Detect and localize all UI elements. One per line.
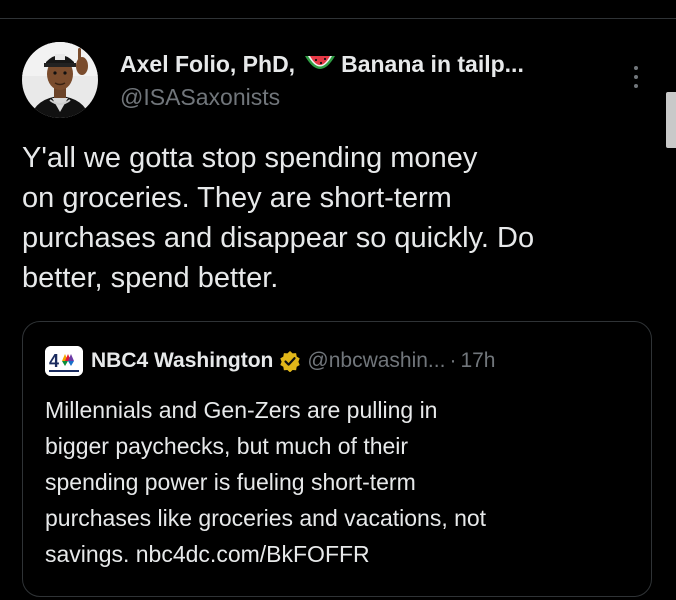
top-divider — [0, 18, 676, 19]
author-name[interactable]: Axel Folio, PhD, — [120, 51, 295, 78]
tweet-text: Y'all we gotta stop spending money on gr… — [22, 142, 535, 294]
separator-dot: · — [449, 349, 457, 372]
more-options-button[interactable] — [624, 62, 648, 92]
scrollbar-thumb[interactable] — [666, 92, 676, 148]
more-dot-icon — [634, 75, 638, 79]
nbc4-logo-icon[interactable]: 4 — [45, 346, 83, 376]
quoted-author-name[interactable]: NBC4 Washington — [91, 349, 273, 373]
tweet-header: Axel Folio, PhD, Banana in tailp... @ISA… — [120, 48, 620, 112]
quoted-tweet-text: Millennials and Gen-Zers are pulling in … — [45, 397, 487, 567]
author-name-suffix[interactable]: Banana in tailp... — [341, 51, 524, 78]
watermelon-icon — [305, 56, 336, 69]
quoted-tweet-card[interactable]: 4 NBC4 Washington @nbcwashin... · 17h Mi… — [22, 321, 652, 597]
author-handle[interactable]: @ISASaxonists — [120, 82, 620, 112]
quoted-author-handle[interactable]: @nbcwashin... — [307, 349, 445, 373]
avatar[interactable] — [22, 42, 98, 118]
quoted-tweet-header: 4 NBC4 Washington @nbcwashin... · 17h — [45, 344, 645, 378]
quoted-tweet-timestamp[interactable]: 17h — [460, 349, 495, 373]
more-dot-icon — [634, 66, 638, 70]
svg-text:4: 4 — [49, 351, 59, 371]
more-dot-icon — [634, 84, 638, 88]
author-name-row[interactable]: Axel Folio, PhD, Banana in tailp... — [120, 48, 620, 80]
avatar-image — [22, 42, 98, 118]
verified-badge-icon — [280, 351, 301, 372]
